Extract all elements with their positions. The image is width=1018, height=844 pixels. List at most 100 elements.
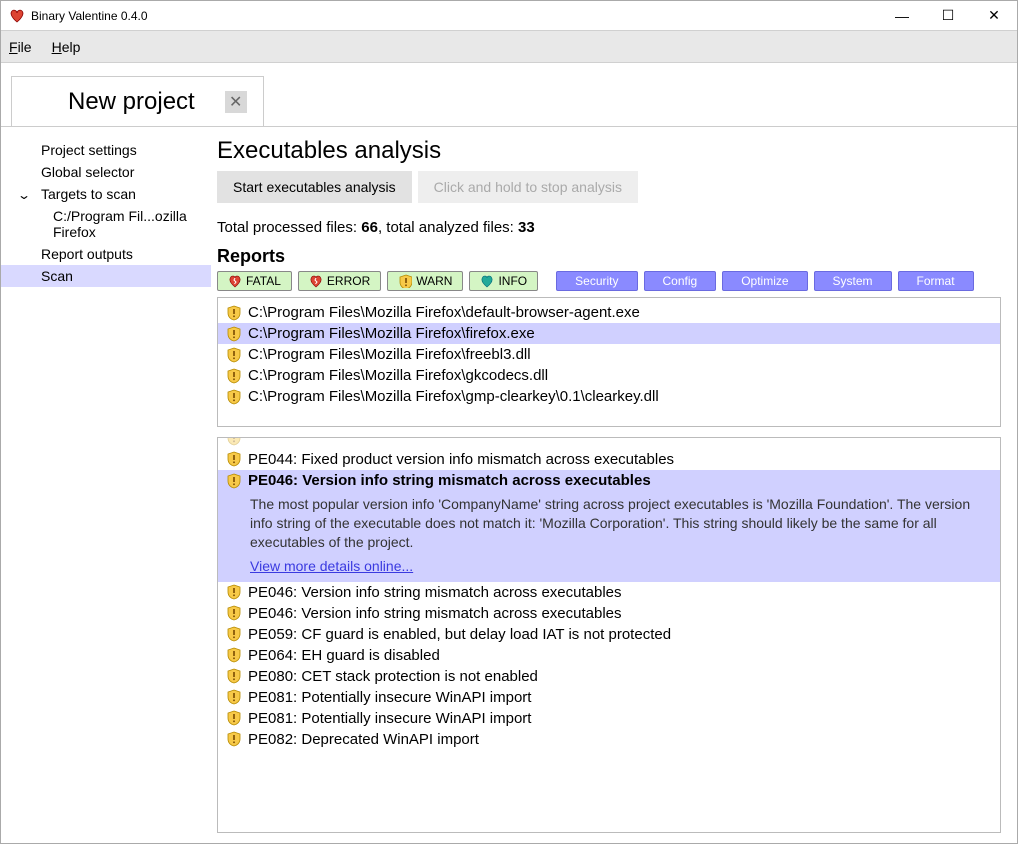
menu-file[interactable]: File (9, 39, 32, 55)
issue-title: PE081: Potentially insecure WinAPI impor… (248, 710, 531, 727)
issue-details-link[interactable]: View more details online... (226, 558, 413, 574)
issue-title: PE046: Version info string mismatch acro… (248, 605, 622, 622)
sidebar-item-3[interactable]: C:/Program Fil...ozilla Firefox (1, 205, 211, 243)
issue-row[interactable]: PE064: EH guard is disabled (218, 645, 1000, 666)
issue-row[interactable]: PE080: CET stack protection is not enabl… (218, 666, 1000, 687)
severity-warn[interactable]: WARN (387, 271, 463, 291)
shield-warn-icon (226, 626, 242, 642)
file-row[interactable]: C:\Program Files\Mozilla Firefox\gkcodec… (218, 365, 1000, 386)
tab-bar: New project ✕ (1, 63, 1017, 127)
stats-analyzed: 33 (518, 219, 535, 236)
issue-description: The most popular version info 'CompanyNa… (226, 495, 992, 552)
severity-label: INFO (498, 274, 527, 288)
issue-title: PE046: Version info string mismatch acro… (248, 584, 622, 601)
shield-warn-icon (226, 668, 242, 684)
shield-warn-icon (226, 689, 242, 705)
severity-label: FATAL (246, 274, 281, 288)
category-format[interactable]: Format (898, 271, 974, 291)
stats-mid: , total analyzed files: (378, 219, 518, 236)
issue-title: PE044: Fixed product version info mismat… (248, 451, 674, 468)
issue-row[interactable]: PE046: Version info string mismatch acro… (218, 603, 1000, 624)
reports-header: Reports (217, 246, 1001, 267)
severity-label: ERROR (327, 274, 370, 288)
sidebar-item-4[interactable]: Report outputs (1, 243, 211, 265)
file-path: C:\Program Files\Mozilla Firefox\gkcodec… (248, 367, 548, 384)
menubar: File Help (1, 31, 1017, 63)
sidebar-item-5[interactable]: Scan (1, 265, 211, 287)
issue-title: PE059: CF guard is enabled, but delay lo… (248, 626, 671, 643)
minimize-button[interactable]: ― (879, 1, 925, 31)
file-list[interactable]: C:\Program Files\Mozilla Firefox\default… (217, 297, 1001, 427)
sidebar-item-label: C:/Program Fil...ozilla Firefox (53, 208, 187, 240)
chevron-down-icon: ⌄ (17, 188, 31, 202)
file-path: C:\Program Files\Mozilla Firefox\freebl3… (248, 346, 531, 363)
shield-warn-icon (226, 326, 242, 342)
file-row[interactable]: C:\Program Files\Mozilla Firefox\firefox… (218, 323, 1000, 344)
sidebar-item-label: Report outputs (41, 246, 133, 262)
shield-warn-icon (226, 710, 242, 726)
shield-warn-icon (226, 389, 242, 405)
shield-warn-icon (226, 437, 242, 446)
window-title: Binary Valentine 0.4.0 (31, 9, 879, 23)
heart-info-icon (480, 274, 494, 288)
file-path: C:\Program Files\Mozilla Firefox\gmp-cle… (248, 388, 659, 405)
category-optimize[interactable]: Optimize (722, 271, 807, 291)
shield-warn-icon (226, 451, 242, 467)
category-system[interactable]: System (814, 271, 892, 291)
file-row[interactable]: C:\Program Files\Mozilla Firefox\gmp-cle… (218, 386, 1000, 407)
stats-processed: 66 (361, 219, 378, 236)
page-title: Executables analysis (217, 137, 1001, 165)
tab-new-project[interactable]: New project ✕ (11, 76, 264, 126)
issue-row[interactable]: PE059: CF guard is enabled, but delay lo… (218, 624, 1000, 645)
close-button[interactable]: ✕ (971, 1, 1017, 31)
tab-label: New project (28, 88, 195, 116)
issue-title (248, 437, 252, 447)
shield-warn-icon (226, 368, 242, 384)
sidebar-item-label: Project settings (41, 142, 137, 158)
file-row[interactable]: C:\Program Files\Mozilla Firefox\freebl3… (218, 344, 1000, 365)
issue-list[interactable]: PE044: Fixed product version info mismat… (217, 437, 1001, 833)
shield-warn-icon (226, 605, 242, 621)
shield-warn-icon (226, 647, 242, 663)
shield-warn-icon (398, 274, 412, 288)
heart-broken-icon (228, 274, 242, 288)
severity-error[interactable]: ERROR (298, 271, 381, 291)
issue-row[interactable]: PE082: Deprecated WinAPI import (218, 729, 1000, 750)
issue-title: PE064: EH guard is disabled (248, 647, 440, 664)
sidebar-item-1[interactable]: Global selector (1, 161, 211, 183)
issue-title: PE080: CET stack protection is not enabl… (248, 668, 538, 685)
file-path: C:\Program Files\Mozilla Firefox\default… (248, 304, 640, 321)
sidebar: Project settings Global selector ⌄Targets … (1, 127, 211, 843)
maximize-button[interactable]: ☐ (925, 1, 971, 31)
issue-row[interactable]: PE081: Potentially insecure WinAPI impor… (218, 687, 1000, 708)
category-security[interactable]: Security (556, 271, 637, 291)
menu-help[interactable]: Help (52, 39, 81, 55)
start-analysis-button[interactable]: Start executables analysis (217, 171, 412, 203)
shield-warn-icon (226, 305, 242, 321)
shield-warn-icon (226, 584, 242, 600)
severity-info[interactable]: INFO (469, 271, 538, 291)
sidebar-item-label: Scan (41, 268, 73, 284)
issue-row[interactable]: PE046: Version info string mismatch acro… (218, 582, 1000, 603)
sidebar-item-0[interactable]: Project settings (1, 139, 211, 161)
severity-fatal[interactable]: FATAL (217, 271, 292, 291)
file-path: C:\Program Files\Mozilla Firefox\firefox… (248, 325, 535, 342)
tab-close-icon[interactable]: ✕ (225, 91, 247, 113)
stats-line: Total processed files: 66, total analyze… (217, 219, 1001, 236)
issue-row[interactable]: PE046: Version info string mismatch acro… (218, 470, 1000, 582)
sidebar-item-label: Global selector (41, 164, 134, 180)
category-config[interactable]: Config (644, 271, 717, 291)
issue-row[interactable]: PE081: Potentially insecure WinAPI impor… (218, 708, 1000, 729)
titlebar: Binary Valentine 0.4.0 ― ☐ ✕ (1, 1, 1017, 31)
sidebar-item-2[interactable]: ⌄Targets to scan (1, 183, 211, 205)
issue-row[interactable]: PE044: Fixed product version info mismat… (218, 449, 1000, 470)
shield-warn-icon (226, 731, 242, 747)
shield-warn-icon (226, 473, 242, 489)
severity-label: WARN (416, 274, 452, 288)
main-panel: Executables analysis Start executables a… (211, 127, 1017, 843)
issue-title: PE046: Version info string mismatch acro… (248, 472, 651, 489)
filter-row: FATAL ERROR WARN INFO Security ConfigOptimize… (217, 271, 1001, 291)
app-icon (9, 8, 25, 24)
file-row[interactable]: C:\Program Files\Mozilla Firefox\default… (218, 302, 1000, 323)
shield-warn-icon (226, 347, 242, 363)
